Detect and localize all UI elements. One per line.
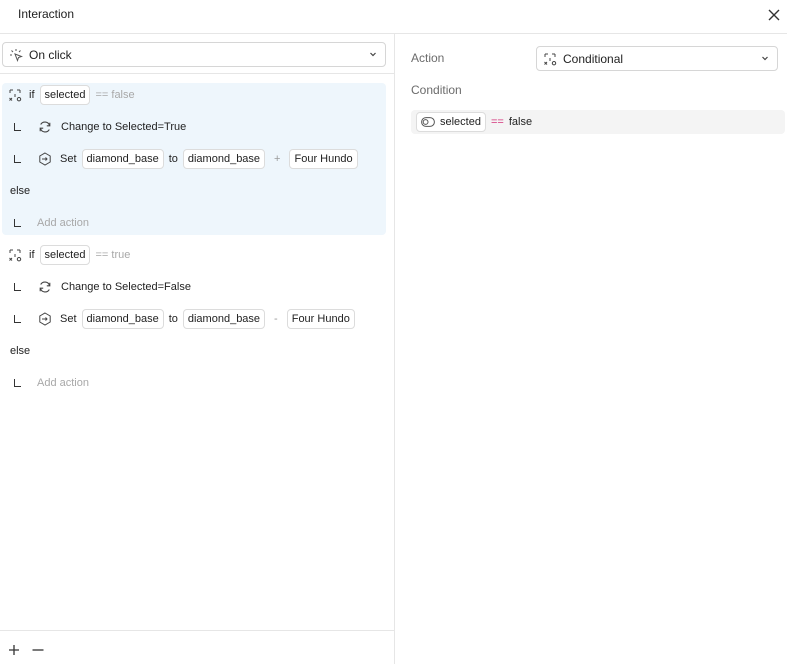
add-action-row[interactable]: Add action <box>2 211 89 235</box>
action-select[interactable]: Conditional <box>536 46 778 71</box>
variable-chip[interactable]: selected <box>39 245 91 265</box>
refresh-icon <box>37 279 53 295</box>
conditional-block[interactable]: if selected == false Change to Selected=… <box>2 83 386 235</box>
toggle-icon <box>421 117 435 127</box>
variable-chip[interactable]: selected <box>39 85 91 105</box>
remove-icon[interactable] <box>31 643 45 657</box>
else-row: else <box>10 179 30 203</box>
condition-operator: == <box>490 116 504 128</box>
set-keyword: Set <box>60 153 77 165</box>
action-label: Action <box>411 51 445 65</box>
dialog-header: Interaction <box>0 0 787 34</box>
condition-variable-chip[interactable]: selected <box>416 112 486 132</box>
condition-operator: == true <box>95 249 131 261</box>
to-keyword: to <box>168 153 178 165</box>
conditional-icon <box>542 51 558 67</box>
interaction-list-panel: On click if selected == false Change to … <box>0 34 395 664</box>
else-keyword: else <box>10 345 31 357</box>
chevron-down-icon <box>370 52 376 57</box>
if-row: if selected == false <box>2 83 135 107</box>
add-icon[interactable] <box>7 643 21 657</box>
action-value: Conditional <box>563 51 624 66</box>
if-keyword: if <box>29 249 35 261</box>
conditional-block[interactable]: if selected == true Change to Selected=F… <box>2 243 386 395</box>
set-variable-row[interactable]: Set diamond_base to diamond_base - Four … <box>2 307 360 331</box>
set-variable-icon <box>37 311 53 327</box>
branch-corner-icon <box>14 123 21 131</box>
branch-corner-icon <box>14 315 21 323</box>
else-keyword: else <box>10 185 31 197</box>
chevron-down-icon <box>762 56 768 61</box>
action-label: Change to Selected=False <box>61 281 191 293</box>
conditional-icon <box>7 247 23 263</box>
set-variable-row[interactable]: Set diamond_base to diamond_base + Four … <box>2 147 363 171</box>
condition-variable-label: selected <box>440 116 481 128</box>
condition-operator: == false <box>95 89 135 101</box>
condition-value[interactable]: false <box>509 116 532 128</box>
value-chip[interactable]: Four Hundo <box>286 309 355 329</box>
if-keyword: if <box>29 89 35 101</box>
trigger-select[interactable]: On click <box>2 42 386 67</box>
add-action-row[interactable]: Add action <box>2 371 89 395</box>
conditional-icon <box>7 87 23 103</box>
else-row: else <box>10 339 30 363</box>
branch-corner-icon <box>14 379 21 387</box>
math-operator: - <box>274 313 278 325</box>
add-action-label: Add action <box>37 217 89 229</box>
action-row[interactable]: Change to Selected=True <box>2 115 186 139</box>
value-chip[interactable]: Four Hundo <box>289 149 358 169</box>
condition-row[interactable]: selected == false <box>411 110 785 134</box>
close-icon[interactable] <box>766 7 782 23</box>
if-row: if selected == true <box>2 243 130 267</box>
math-operator: + <box>274 153 281 165</box>
branch-corner-icon <box>14 155 21 163</box>
footer-divider <box>0 630 394 631</box>
set-keyword: Set <box>60 313 77 325</box>
refresh-icon <box>37 119 53 135</box>
to-keyword: to <box>168 313 178 325</box>
properties-panel: Action Conditional Condition selected ==… <box>395 34 787 664</box>
source-variable-chip[interactable]: diamond_base <box>182 309 266 329</box>
source-variable-chip[interactable]: diamond_base <box>182 149 266 169</box>
target-variable-chip[interactable]: diamond_base <box>81 149 164 169</box>
dialog-title: Interaction <box>18 7 75 21</box>
action-row[interactable]: Change to Selected=False <box>2 275 191 299</box>
branch-corner-icon <box>14 283 21 291</box>
click-icon <box>8 47 24 63</box>
trigger-label: On click <box>29 47 72 62</box>
target-variable-chip[interactable]: diamond_base <box>81 309 164 329</box>
add-action-label: Add action <box>37 377 89 389</box>
condition-label: Condition <box>411 83 462 97</box>
action-label: Change to Selected=True <box>61 121 187 133</box>
branch-corner-icon <box>14 219 21 227</box>
set-variable-icon <box>37 151 53 167</box>
trigger-divider <box>0 73 394 74</box>
